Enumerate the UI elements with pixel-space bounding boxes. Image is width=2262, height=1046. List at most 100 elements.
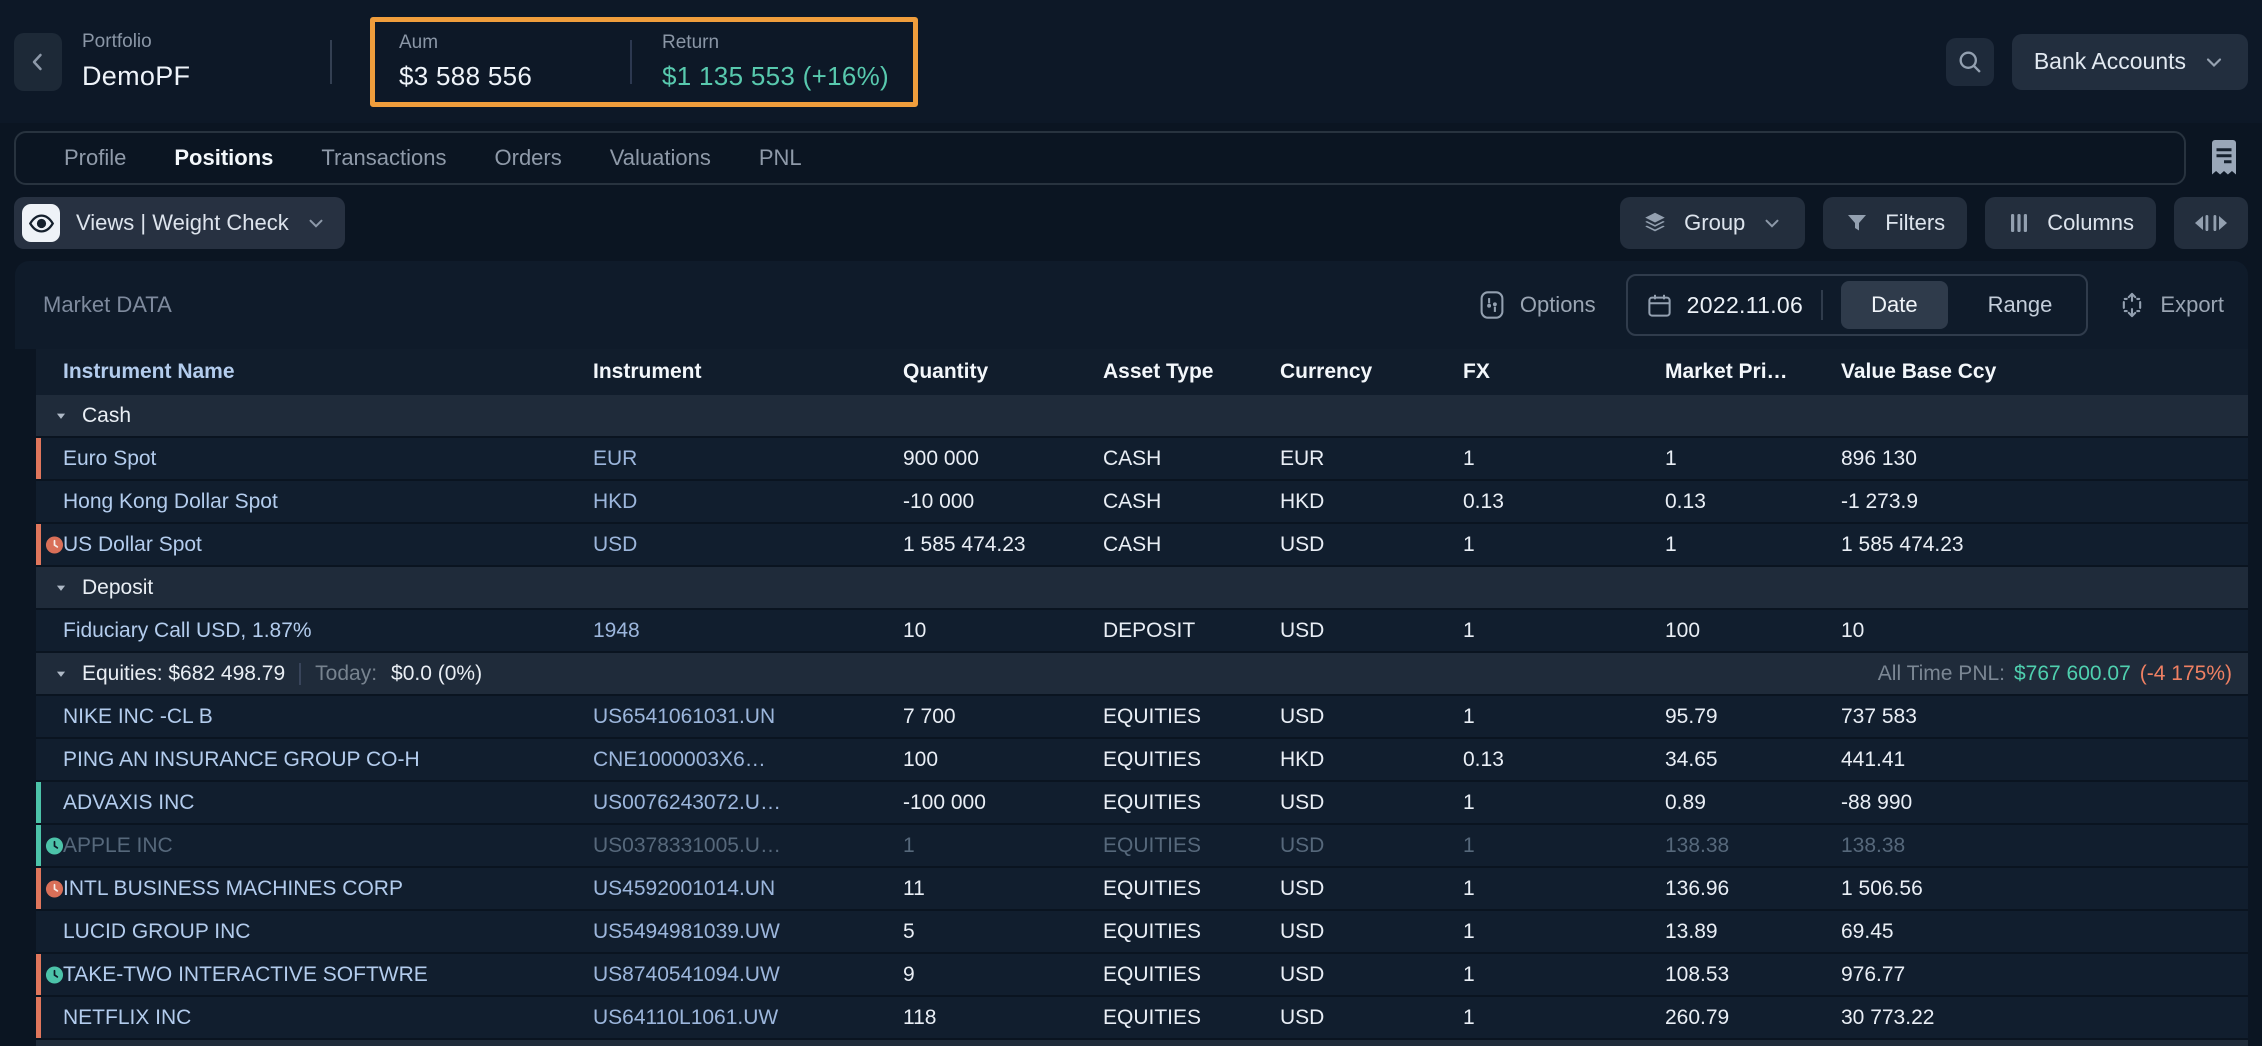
table-row[interactable]: Hong Kong Dollar SpotHKD-10 000CASHHKD0.… (36, 481, 2248, 524)
cell-instrument: US64110L1061.UW (593, 1006, 903, 1030)
cell-instrument: 1948 (593, 619, 903, 643)
portfolio-name: DemoPF (82, 61, 330, 92)
column-header-instrument-name[interactable]: Instrument Name (36, 360, 593, 384)
date-picker-group: 2022.11.06 Date Range (1626, 274, 2089, 336)
cell-fx: 0.13 (1463, 748, 1665, 772)
views-dropdown[interactable]: Views | Weight Check (14, 197, 345, 249)
columns-label: Columns (2047, 210, 2134, 236)
group-button[interactable]: Group (1620, 197, 1805, 249)
tab-profile[interactable]: Profile (64, 145, 126, 171)
cell-quantity: 9 (903, 963, 1103, 987)
views-label: Views | Weight Check (76, 210, 289, 236)
table-row[interactable]: PING AN INSURANCE GROUP CO-HCNE1000003X6… (36, 739, 2248, 782)
table-row[interactable]: NIKE INC -CL BUS6541061031.UN7 700EQUITI… (36, 696, 2248, 739)
date-picker-value[interactable]: 2022.11.06 (1687, 292, 1803, 319)
table-row[interactable]: US Dollar SpotUSD1 585 474.23CASHUSD111 … (36, 524, 2248, 567)
group-row[interactable]: Cash (36, 395, 2248, 438)
chevron-down-icon (1761, 212, 1783, 234)
cell-asset-type: CASH (1103, 533, 1280, 557)
table-row[interactable]: Fiduciary Call USD, 1.87%194810DEPOSITUS… (36, 610, 2248, 653)
cell-instrument: US0378331005.U… (593, 834, 903, 858)
cell-market-price: 136.96 (1665, 877, 1841, 901)
table-row[interactable]: APPLE INCUS0378331005.U…1EQUITIESUSD1138… (36, 825, 2248, 868)
tab-pnl[interactable]: PNL (759, 145, 802, 171)
column-header-instrument[interactable]: Instrument (593, 360, 903, 384)
cell-value: 737 583 (1841, 705, 2248, 729)
table-body: CashEuro SpotEUR900 000CASHEUR11896 130H… (36, 395, 2248, 1046)
column-header-value-base-ccy[interactable]: Value Base Ccy (1841, 360, 2248, 384)
collapse-triangle-icon[interactable] (54, 581, 68, 595)
cell-market-price: 260.79 (1665, 1006, 1841, 1030)
filters-button[interactable]: Filters (1823, 197, 1967, 249)
tab-transactions[interactable]: Transactions (321, 145, 446, 171)
cell-currency: HKD (1280, 748, 1463, 772)
cell-currency: USD (1280, 791, 1463, 815)
stat-divider (630, 40, 632, 84)
back-button[interactable] (14, 33, 62, 91)
cell-currency: USD (1280, 963, 1463, 987)
filters-label: Filters (1885, 210, 1945, 236)
column-header-quantity[interactable]: Quantity (903, 360, 1103, 384)
cell-asset-type: EQUITIES (1103, 705, 1280, 729)
status-bar (36, 954, 41, 995)
group-label: Cash (82, 404, 131, 428)
collapse-panes-button[interactable] (2174, 197, 2248, 249)
cell-market-price: 108.53 (1665, 963, 1841, 987)
tab-valuations[interactable]: Valuations (610, 145, 711, 171)
clock-icon (45, 535, 64, 554)
options-label: Options (1520, 292, 1596, 318)
today-label: Today: (315, 662, 377, 686)
columns-icon (2007, 211, 2031, 235)
table-row[interactable]: ADVAXIS INCUS0076243072.U…-100 000EQUITI… (36, 782, 2248, 825)
chevron-left-icon (26, 50, 50, 74)
column-header-fx[interactable]: FX (1463, 360, 1665, 384)
layers-icon (1642, 210, 1668, 236)
date-mode-toggle[interactable]: Date (1841, 281, 1947, 329)
status-bar (36, 997, 41, 1038)
options-button[interactable]: Options (1478, 290, 1596, 320)
group-label: Deposit (82, 576, 153, 600)
column-header-asset-type[interactable]: Asset Type (1103, 360, 1280, 384)
cell-fx: 0.13 (1463, 490, 1665, 514)
cell-fx: 1 (1463, 447, 1665, 471)
columns-button[interactable]: Columns (1985, 197, 2156, 249)
tab-positions[interactable]: Positions (174, 145, 273, 171)
cell-fx: 1 (1463, 705, 1665, 729)
collapse-triangle-icon[interactable] (54, 409, 68, 423)
date-group-divider (1821, 290, 1823, 320)
tab-orders[interactable]: Orders (495, 145, 562, 171)
export-button[interactable]: Export (2118, 291, 2224, 319)
collapse-triangle-icon[interactable] (54, 667, 68, 681)
cell-fx: 1 (1463, 791, 1665, 815)
cell-instrument: USD (593, 533, 903, 557)
return-stat: Return $1 135 553 (+16%) (662, 32, 889, 92)
table-row[interactable]: LUCID GROUP INCUS5494981039.UW5EQUITIESU… (36, 911, 2248, 954)
cell-currency: USD (1280, 920, 1463, 944)
column-header-currency[interactable]: Currency (1280, 360, 1463, 384)
table-row[interactable]: TAKE-TWO INTERACTIVE SOFTWREUS8740541094… (36, 954, 2248, 997)
cell-name: APPLE INC (36, 834, 593, 858)
cell-asset-type: EQUITIES (1103, 877, 1280, 901)
cell-asset-type: EQUITIES (1103, 1006, 1280, 1030)
group-row[interactable]: Equities: $682 498.79Today:$0.0 (0%)All … (36, 653, 2248, 696)
app-root: Portfolio DemoPF Aum $3 588 556 Return $… (0, 0, 2262, 1046)
cell-fx: 1 (1463, 619, 1665, 643)
cell-asset-type: EQUITIES (1103, 791, 1280, 815)
range-mode-toggle[interactable]: Range (1962, 281, 2079, 329)
group-row[interactable]: Deposit (36, 567, 2248, 610)
table-row[interactable]: Euro SpotEUR900 000CASHEUR11896 130 (36, 438, 2248, 481)
group-divider (299, 663, 301, 685)
bank-accounts-dropdown[interactable]: Bank Accounts (2012, 34, 2248, 90)
clock-icon (45, 879, 64, 898)
table-row[interactable]: NETFLIX INCUS64110L1061.UW118EQUITIESUSD… (36, 997, 2248, 1040)
column-header-market-price[interactable]: Market Pri… (1665, 360, 1841, 384)
cell-name: NIKE INC -CL B (36, 705, 593, 729)
all-time-pnl: All Time PNL:$767 600.07(-4 175%) (1878, 662, 2232, 686)
notes-button[interactable] (2200, 134, 2248, 182)
cell-value: 976.77 (1841, 963, 2248, 987)
status-bar (36, 782, 41, 823)
cell-currency: EUR (1280, 447, 1463, 471)
cell-quantity: 100 (903, 748, 1103, 772)
search-button[interactable] (1946, 38, 1994, 86)
table-row[interactable]: INTL BUSINESS MACHINES CORPUS4592001014.… (36, 868, 2248, 911)
